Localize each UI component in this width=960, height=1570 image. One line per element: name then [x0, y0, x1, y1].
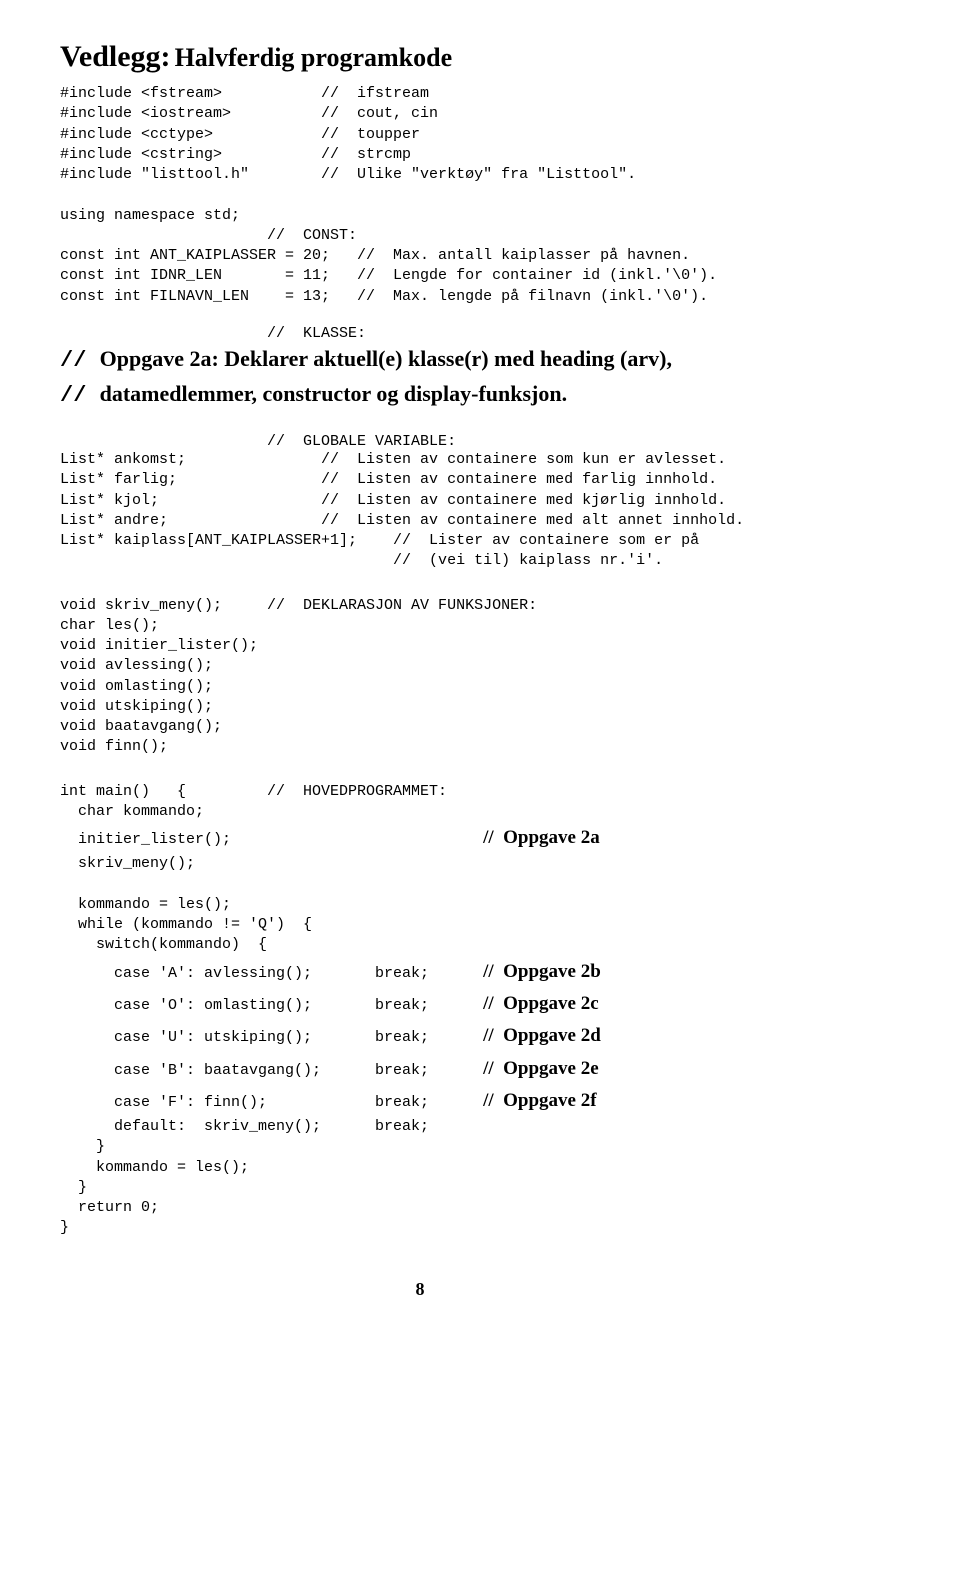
- code-block-5: skriv_meny(); kommando = les(); while (k…: [60, 854, 780, 955]
- case-line: case 'O': omlasting(); break; // Oppgave…: [60, 988, 780, 1020]
- code-block-1: #include <fstream> // ifstream #include …: [60, 84, 780, 307]
- page-heading: Vedlegg: Halvferdig programkode: [60, 40, 780, 74]
- code-block-6: default: skriv_meny(); break; } kommando…: [60, 1117, 780, 1239]
- case-line: case 'B': baatavgang(); break; // Oppgav…: [60, 1053, 780, 1085]
- heading-prefix: Vedlegg:: [60, 40, 171, 73]
- case-line: case 'A': avlessing(); break; // Oppgave…: [60, 956, 780, 988]
- klasse-comment: // KLASSE:: [60, 325, 780, 342]
- oppgave-2a-line2: // datamedlemmer, constructor og display…: [60, 379, 780, 411]
- code-block-4: int main() { // HOVEDPROGRAMMET: char ko…: [60, 782, 780, 823]
- initier-line: initier_lister(); // Oppgave 2a: [60, 822, 780, 854]
- case-line: case 'F': finn(); break; // Oppgave 2f: [60, 1085, 780, 1117]
- case-line: case 'U': utskiping(); break; // Oppgave…: [60, 1020, 780, 1052]
- page-number: 8: [60, 1279, 780, 1300]
- heading-title: Halvferdig programkode: [175, 43, 453, 72]
- switch-cases: case 'A': avlessing(); break; // Oppgave…: [60, 956, 780, 1117]
- code-block-2: List* ankomst; // Listen av containere s…: [60, 450, 780, 572]
- globale-comment: // GLOBALE VARIABLE:: [60, 433, 780, 450]
- oppgave-2a-line1: // Oppgave 2a: Deklarer aktuell(e) klass…: [60, 344, 780, 376]
- code-block-3: void skriv_meny(); // DEKLARASJON AV FUN…: [60, 596, 780, 758]
